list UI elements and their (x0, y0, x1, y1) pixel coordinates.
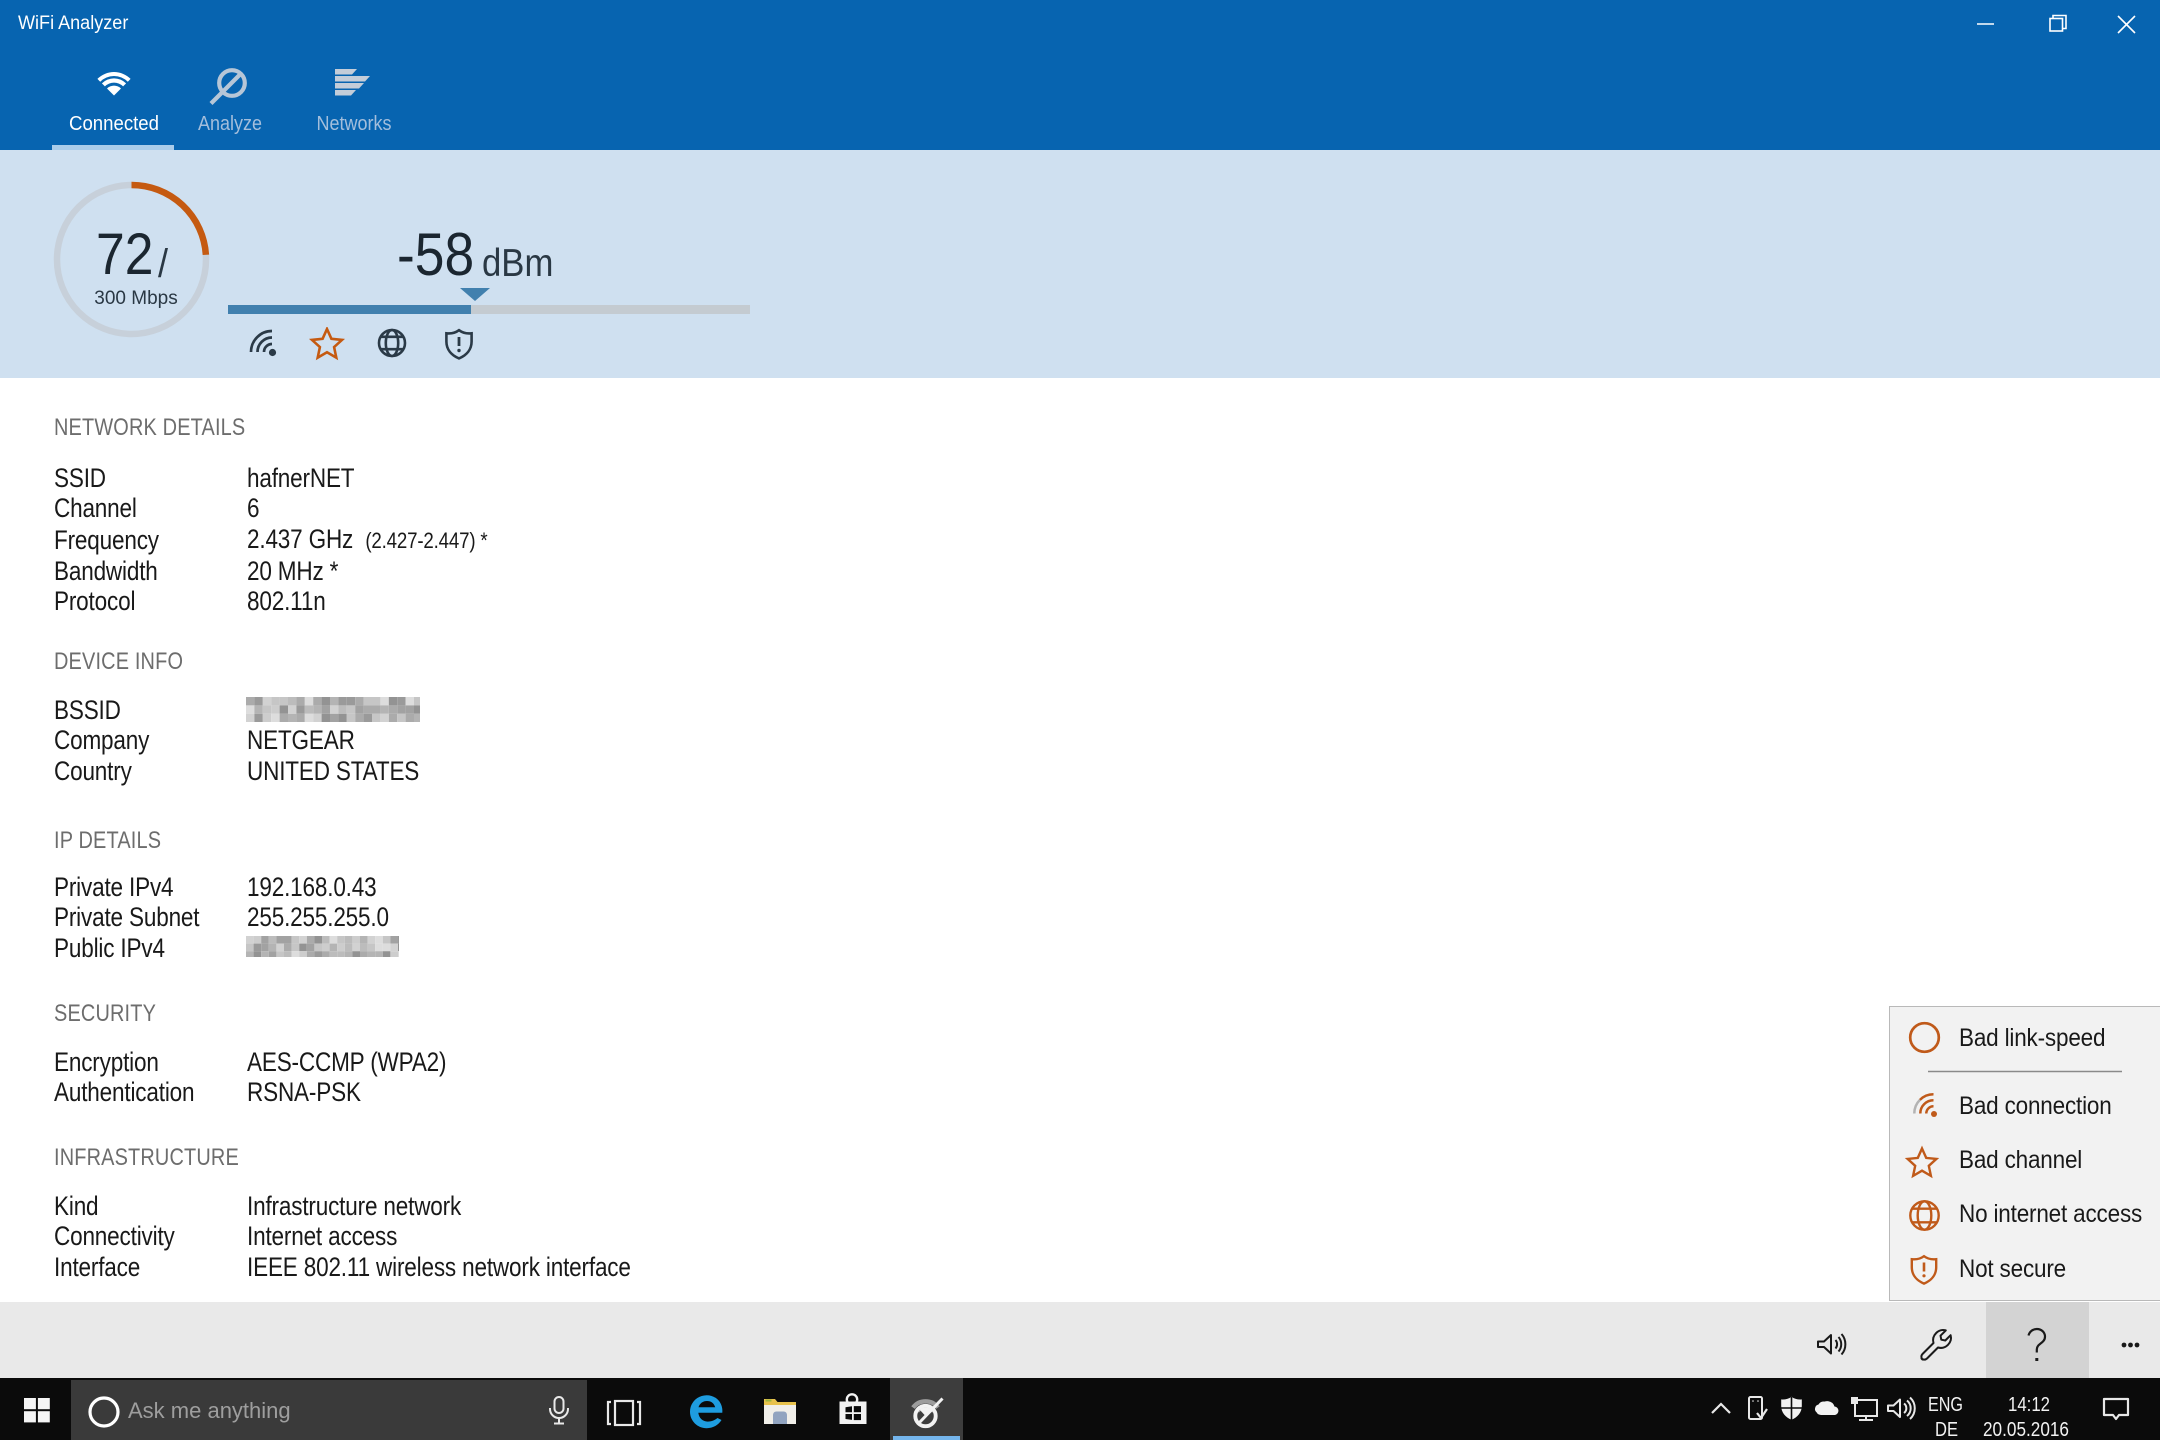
svg-text:DE: DE (1935, 1419, 1958, 1440)
svg-text:14:12: 14:12 (2008, 1394, 2050, 1416)
svg-text:20.05.2016: 20.05.2016 (1983, 1419, 2069, 1440)
svg-text:ENG: ENG (1928, 1394, 1963, 1416)
